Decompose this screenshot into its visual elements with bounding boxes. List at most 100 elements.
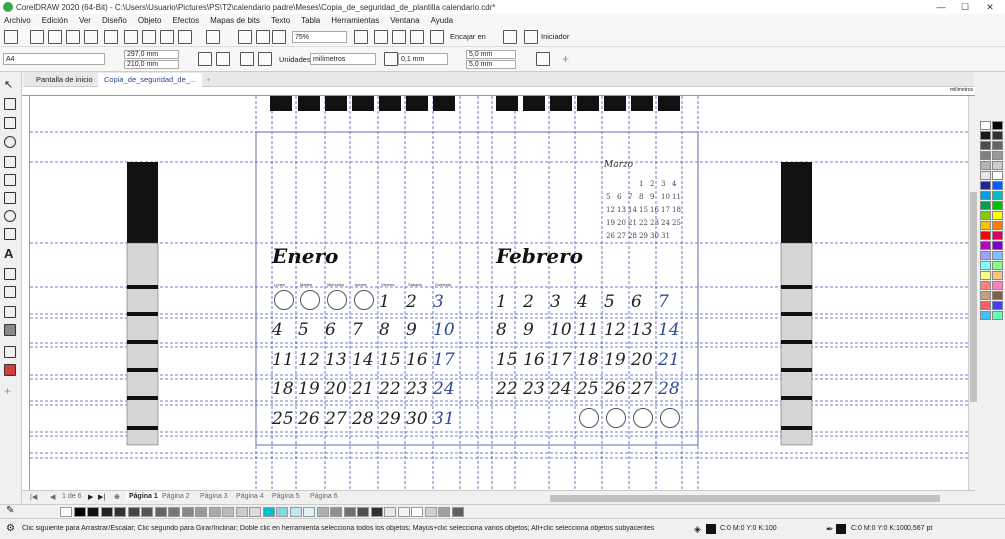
palette-swatch[interactable] bbox=[980, 271, 991, 280]
palette-swatch[interactable] bbox=[980, 211, 991, 220]
document-swatch[interactable] bbox=[370, 507, 383, 517]
grid-icon[interactable] bbox=[410, 30, 424, 44]
duplicate-y-field[interactable]: 5,0 mm bbox=[466, 60, 516, 69]
palette-swatch[interactable] bbox=[980, 311, 991, 320]
palette-swatch[interactable] bbox=[980, 181, 991, 190]
nudge-distance-field[interactable]: 0,1 mm bbox=[398, 53, 448, 65]
export-icon[interactable] bbox=[256, 30, 270, 44]
menu-tabla[interactable]: Tabla bbox=[301, 16, 320, 25]
document-swatch[interactable] bbox=[424, 507, 437, 517]
document-swatch[interactable] bbox=[127, 507, 140, 517]
portrait-icon[interactable] bbox=[198, 52, 212, 66]
print-icon[interactable] bbox=[104, 30, 118, 44]
document-swatch[interactable] bbox=[438, 507, 450, 517]
polygon-tool-icon[interactable] bbox=[4, 228, 16, 240]
palette-swatch[interactable] bbox=[980, 121, 991, 130]
save-icon[interactable] bbox=[48, 30, 62, 44]
tab-document[interactable]: Copia_de_seguridad_de_... bbox=[98, 73, 203, 87]
cloud-upload-icon[interactable] bbox=[66, 30, 80, 44]
document-swatch[interactable] bbox=[73, 507, 86, 517]
horizontal-scroll-thumb[interactable] bbox=[550, 495, 940, 502]
paste-icon[interactable] bbox=[160, 30, 174, 44]
document-swatch[interactable] bbox=[87, 507, 99, 517]
units-select[interactable]: milímetros bbox=[310, 53, 376, 65]
palette-swatch[interactable] bbox=[992, 171, 1003, 180]
menu-efectos[interactable]: Efectos bbox=[172, 16, 199, 25]
tab-home[interactable]: Pantalla de inicio bbox=[30, 73, 99, 87]
drawing-canvas[interactable]: Enero Febrero Marzo Lunes Martes Miércoles… bbox=[30, 96, 968, 490]
maximize-button[interactable]: ☐ bbox=[953, 0, 977, 14]
menu-ventana[interactable]: Ventana bbox=[390, 16, 419, 25]
menu-objeto[interactable]: Objeto bbox=[138, 16, 162, 25]
palette-swatch[interactable] bbox=[980, 161, 991, 170]
minimize-button[interactable]: — bbox=[929, 0, 953, 14]
guidelines-icon[interactable] bbox=[430, 30, 444, 44]
close-button[interactable]: ✕ bbox=[978, 0, 1002, 14]
ellipse-tool-icon[interactable] bbox=[4, 210, 16, 222]
duplicate-x-field[interactable]: 5,0 mm bbox=[466, 50, 516, 59]
first-page-icon[interactable]: |◀ bbox=[30, 493, 37, 501]
landscape-icon[interactable] bbox=[216, 52, 230, 66]
rectangle-tool-icon[interactable] bbox=[4, 192, 16, 204]
redo-icon[interactable] bbox=[206, 30, 220, 44]
palette-swatch[interactable] bbox=[992, 291, 1003, 300]
document-swatch[interactable] bbox=[100, 507, 113, 517]
palette-swatch[interactable] bbox=[992, 151, 1003, 160]
palette-swatch[interactable] bbox=[992, 121, 1003, 130]
open-folder-icon[interactable] bbox=[30, 30, 44, 44]
cut-icon[interactable] bbox=[124, 30, 138, 44]
document-swatch[interactable] bbox=[168, 507, 180, 517]
palette-swatch[interactable] bbox=[992, 251, 1003, 260]
add-icon[interactable]: + bbox=[562, 52, 569, 66]
document-swatch[interactable] bbox=[222, 507, 234, 517]
page-tab-4[interactable]: Página 4 bbox=[236, 493, 264, 500]
menu-diseno[interactable]: Diseño bbox=[102, 16, 127, 25]
parallel-dimension-icon[interactable] bbox=[4, 268, 16, 280]
new-tab-button[interactable]: + bbox=[200, 73, 216, 87]
current-page-icon[interactable] bbox=[258, 52, 272, 66]
palette-swatch[interactable] bbox=[980, 251, 991, 260]
document-swatch[interactable] bbox=[357, 507, 369, 517]
document-swatch[interactable] bbox=[208, 507, 221, 517]
document-swatch[interactable] bbox=[141, 507, 153, 517]
palette-swatch[interactable] bbox=[992, 161, 1003, 170]
palette-swatch[interactable] bbox=[992, 191, 1003, 200]
document-swatch[interactable] bbox=[451, 507, 464, 517]
pick-tool-icon[interactable]: ↖ bbox=[4, 78, 16, 91]
document-swatch[interactable] bbox=[114, 507, 126, 517]
full-screen-icon[interactable] bbox=[374, 30, 388, 44]
palette-swatch[interactable] bbox=[980, 141, 991, 150]
document-swatch[interactable] bbox=[60, 507, 72, 517]
outline-swatch[interactable] bbox=[836, 524, 846, 534]
new-document-icon[interactable] bbox=[4, 30, 18, 44]
menu-texto[interactable]: Texto bbox=[271, 16, 290, 25]
document-swatch[interactable] bbox=[289, 507, 302, 517]
vertical-ruler[interactable] bbox=[22, 96, 30, 490]
rulers-icon[interactable] bbox=[392, 30, 406, 44]
document-swatch[interactable] bbox=[303, 507, 315, 517]
menu-ayuda[interactable]: Ayuda bbox=[431, 16, 454, 25]
document-swatch[interactable] bbox=[276, 507, 288, 517]
document-swatch[interactable] bbox=[397, 507, 410, 517]
menu-ver[interactable]: Ver bbox=[79, 16, 91, 25]
import-icon[interactable] bbox=[238, 30, 252, 44]
add-tool-icon[interactable]: + bbox=[4, 384, 16, 398]
zoom-tool-icon[interactable] bbox=[4, 136, 16, 148]
undo-icon[interactable] bbox=[178, 30, 192, 44]
palette-swatch[interactable] bbox=[992, 231, 1003, 240]
text-tool-icon[interactable]: A bbox=[4, 246, 16, 261]
palette-swatch[interactable] bbox=[992, 261, 1003, 270]
launcher-icon[interactable] bbox=[524, 30, 538, 44]
shape-tool-icon[interactable] bbox=[4, 98, 16, 110]
palette-swatch[interactable] bbox=[992, 311, 1003, 320]
palette-swatch[interactable] bbox=[992, 141, 1003, 150]
launcher-dropdown[interactable]: Iniciador bbox=[541, 32, 569, 41]
palette-swatch[interactable] bbox=[980, 281, 991, 290]
palette-swatch[interactable] bbox=[992, 271, 1003, 280]
drop-shadow-icon[interactable] bbox=[4, 306, 16, 318]
gear-status-icon[interactable]: ⚙ bbox=[6, 523, 15, 534]
zoom-field[interactable]: 75% bbox=[292, 31, 347, 43]
cloud-download-icon[interactable] bbox=[84, 30, 98, 44]
horizontal-ruler[interactable]: milímetros bbox=[22, 87, 975, 96]
palette-swatch[interactable] bbox=[992, 241, 1003, 250]
